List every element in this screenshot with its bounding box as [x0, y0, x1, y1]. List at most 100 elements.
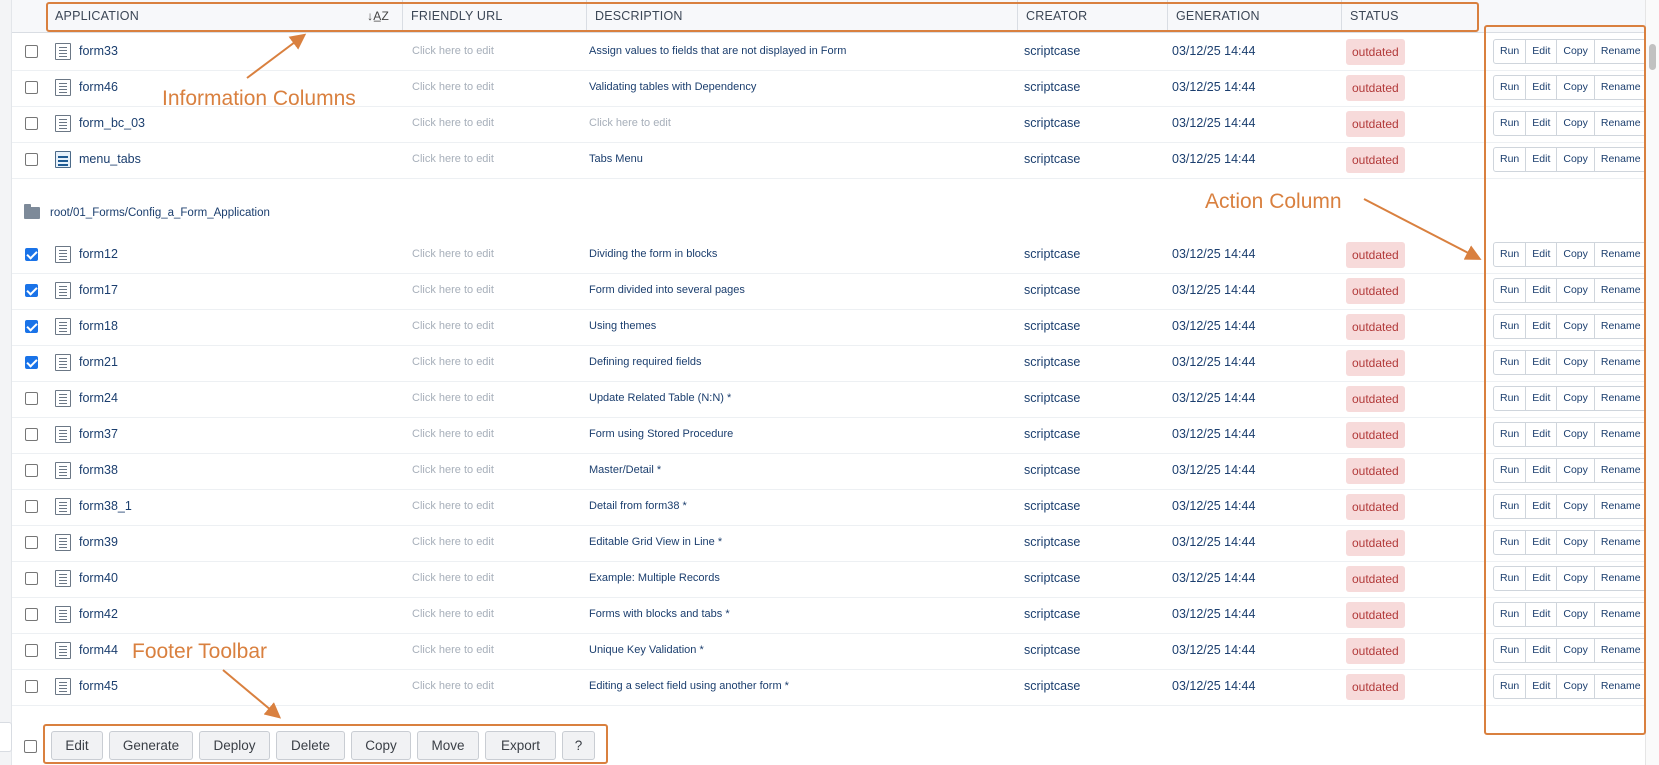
- folder-path-label[interactable]: root/01_Forms/Config_a_Form_Application: [50, 207, 270, 219]
- application-name-link[interactable]: form45: [79, 679, 118, 693]
- row-checkbox[interactable]: [25, 572, 38, 585]
- run-button[interactable]: Run: [1494, 148, 1525, 171]
- copy-button[interactable]: Copy: [1556, 148, 1594, 171]
- edit-button[interactable]: Edit: [1525, 603, 1556, 626]
- application-name-link[interactable]: menu_tabs: [79, 152, 141, 166]
- row-checkbox[interactable]: [25, 45, 38, 58]
- vertical-scrollbar[interactable]: [1645, 0, 1659, 765]
- run-button[interactable]: Run: [1494, 387, 1525, 410]
- select-all-checkbox[interactable]: [24, 740, 37, 753]
- rename-button[interactable]: Rename: [1593, 387, 1647, 410]
- rename-button[interactable]: Rename: [1593, 40, 1647, 63]
- application-name-link[interactable]: form12: [79, 247, 118, 261]
- application-name-link[interactable]: form37: [79, 427, 118, 441]
- friendly-url-edit[interactable]: Click here to edit: [412, 644, 494, 656]
- row-checkbox[interactable]: [25, 320, 38, 333]
- column-header-description[interactable]: DESCRIPTION: [586, 0, 1017, 33]
- run-button[interactable]: Run: [1494, 459, 1525, 482]
- description-text[interactable]: Using themes: [589, 320, 656, 332]
- application-name-link[interactable]: form_bc_03: [79, 116, 145, 130]
- copy-button[interactable]: Copy: [1556, 567, 1594, 590]
- edit-button[interactable]: Edit: [1525, 387, 1556, 410]
- edit-button[interactable]: Edit: [1525, 495, 1556, 518]
- folder-row[interactable]: root/01_Forms/Config_a_Form_Application: [12, 177, 1645, 233]
- edit-button[interactable]: Edit: [1525, 279, 1556, 302]
- friendly-url-edit[interactable]: Click here to edit: [412, 248, 494, 260]
- rename-button[interactable]: Rename: [1593, 112, 1647, 135]
- copy-button[interactable]: Copy: [1556, 603, 1594, 626]
- copy-button[interactable]: Copy: [1556, 495, 1594, 518]
- run-button[interactable]: Run: [1494, 351, 1525, 374]
- run-button[interactable]: Run: [1494, 40, 1525, 63]
- description-text[interactable]: Editing a select field using another for…: [589, 680, 789, 692]
- description-text[interactable]: Validating tables with Dependency: [589, 81, 756, 93]
- copy-button[interactable]: Copy: [1556, 387, 1594, 410]
- panel-toggle-tab[interactable]: [0, 722, 12, 752]
- run-button[interactable]: Run: [1494, 423, 1525, 446]
- description-text[interactable]: Update Related Table (N:N) *: [589, 392, 731, 404]
- rename-button[interactable]: Rename: [1593, 639, 1647, 662]
- row-checkbox[interactable]: [25, 284, 38, 297]
- description-text[interactable]: Dividing the form in blocks: [589, 248, 717, 260]
- rename-button[interactable]: Rename: [1593, 351, 1647, 374]
- row-checkbox[interactable]: [25, 153, 38, 166]
- column-header-application[interactable]: APPLICATION ↓a̲z: [47, 0, 399, 33]
- copy-button[interactable]: Copy: [1556, 639, 1594, 662]
- friendly-url-edit[interactable]: Click here to edit: [412, 500, 494, 512]
- description-text[interactable]: Defining required fields: [589, 356, 702, 368]
- run-button[interactable]: Run: [1494, 603, 1525, 626]
- run-button[interactable]: Run: [1494, 675, 1525, 698]
- row-checkbox[interactable]: [25, 356, 38, 369]
- description-text[interactable]: Editable Grid View in Line *: [589, 536, 722, 548]
- copy-button[interactable]: Copy: [1556, 531, 1594, 554]
- row-checkbox[interactable]: [25, 117, 38, 130]
- friendly-url-edit[interactable]: Click here to edit: [412, 572, 494, 584]
- description-text[interactable]: Tabs Menu: [589, 153, 643, 165]
- run-button[interactable]: Run: [1494, 495, 1525, 518]
- description-text[interactable]: Detail from form38 *: [589, 500, 687, 512]
- footer-export-button[interactable]: Export: [485, 731, 556, 760]
- column-header-status[interactable]: STATUS: [1341, 0, 1481, 33]
- friendly-url-edit[interactable]: Click here to edit: [412, 392, 494, 404]
- friendly-url-edit[interactable]: Click here to edit: [412, 464, 494, 476]
- application-name-link[interactable]: form40: [79, 571, 118, 585]
- friendly-url-edit[interactable]: Click here to edit: [412, 536, 494, 548]
- description-text[interactable]: Form using Stored Procedure: [589, 428, 733, 440]
- row-checkbox[interactable]: [25, 248, 38, 261]
- rename-button[interactable]: Rename: [1593, 459, 1647, 482]
- edit-button[interactable]: Edit: [1525, 639, 1556, 662]
- friendly-url-edit[interactable]: Click here to edit: [412, 680, 494, 692]
- run-button[interactable]: Run: [1494, 112, 1525, 135]
- rename-button[interactable]: Rename: [1593, 495, 1647, 518]
- edit-button[interactable]: Edit: [1525, 567, 1556, 590]
- friendly-url-edit[interactable]: Click here to edit: [412, 117, 494, 129]
- description-text[interactable]: Click here to edit: [589, 117, 671, 129]
- application-name-link[interactable]: form17: [79, 283, 118, 297]
- copy-button[interactable]: Copy: [1556, 675, 1594, 698]
- application-name-link[interactable]: form38: [79, 463, 118, 477]
- copy-button[interactable]: Copy: [1556, 112, 1594, 135]
- copy-button[interactable]: Copy: [1556, 351, 1594, 374]
- row-checkbox[interactable]: [25, 680, 38, 693]
- application-name-link[interactable]: form46: [79, 80, 118, 94]
- edit-button[interactable]: Edit: [1525, 40, 1556, 63]
- rename-button[interactable]: Rename: [1593, 603, 1647, 626]
- friendly-url-edit[interactable]: Click here to edit: [412, 320, 494, 332]
- run-button[interactable]: Run: [1494, 243, 1525, 266]
- rename-button[interactable]: Rename: [1593, 315, 1647, 338]
- row-checkbox[interactable]: [25, 428, 38, 441]
- rename-button[interactable]: Rename: [1593, 148, 1647, 171]
- edit-button[interactable]: Edit: [1525, 76, 1556, 99]
- edit-button[interactable]: Edit: [1525, 315, 1556, 338]
- footer-copy-button[interactable]: Copy: [351, 731, 411, 760]
- column-header-creator[interactable]: CREATOR: [1017, 0, 1167, 33]
- application-name-link[interactable]: form33: [79, 44, 118, 58]
- friendly-url-edit[interactable]: Click here to edit: [412, 81, 494, 93]
- edit-button[interactable]: Edit: [1525, 351, 1556, 374]
- row-checkbox[interactable]: [25, 536, 38, 549]
- row-checkbox[interactable]: [25, 464, 38, 477]
- run-button[interactable]: Run: [1494, 567, 1525, 590]
- row-checkbox[interactable]: [25, 500, 38, 513]
- description-text[interactable]: Assign values to fields that are not dis…: [589, 45, 846, 57]
- friendly-url-edit[interactable]: Click here to edit: [412, 153, 494, 165]
